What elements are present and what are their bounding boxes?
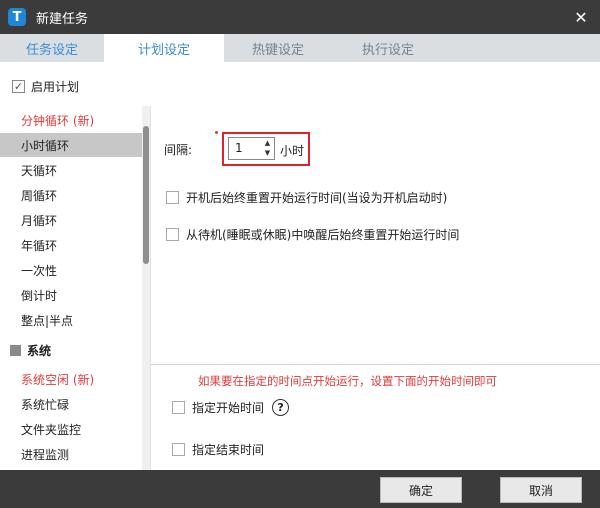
end-time-row[interactable]: 指定结束时间: [172, 441, 264, 458]
sidebar-scrollbar-thumb[interactable]: [143, 126, 149, 264]
help-icon[interactable]: ?: [272, 399, 290, 416]
section-header-system: 系统: [0, 338, 142, 362]
list-item-system-busy[interactable]: 系统忙碌: [0, 392, 142, 416]
start-time-hint: 如果要在指定的时间点开始运行，设置下面的开始时间即可: [198, 374, 497, 388]
list-item-week-cycle[interactable]: 周循环: [0, 183, 142, 207]
list-item-month-cycle[interactable]: 月循环: [0, 208, 142, 232]
list-item-process-monitor[interactable]: 进程监测: [0, 442, 142, 466]
spin-down-icon[interactable]: ▼: [265, 149, 270, 158]
tab-plan-settings[interactable]: 计划设定: [104, 34, 224, 62]
end-time-checkbox[interactable]: [172, 443, 185, 456]
window-title: 新建任务: [36, 11, 89, 27]
list-item-folder-monitor[interactable]: 文件夹监控: [0, 417, 142, 441]
reset-on-boot-label: 开机后始终重置开始运行时间(当设为开机启动时): [186, 191, 448, 205]
ok-button[interactable]: 确定: [380, 477, 462, 503]
end-time-label: 指定结束时间: [192, 443, 265, 457]
list-item-year-cycle[interactable]: 年循环: [0, 233, 142, 257]
reset-on-boot-checkbox[interactable]: [166, 191, 179, 204]
enable-plan-label: 启用计划: [31, 80, 80, 94]
cancel-button[interactable]: 取消: [500, 477, 582, 503]
reset-on-wake-label: 从待机(睡眠或休眠)中唤醒后始终重置开始运行时间: [186, 228, 460, 242]
list-item-on-the-hour[interactable]: 整点|半点: [0, 308, 142, 332]
list-item-one-time[interactable]: 一次性: [0, 258, 142, 282]
enable-plan-checkbox[interactable]: ✓: [12, 80, 25, 93]
interval-label: 间隔:: [164, 143, 193, 157]
red-marker-dot: [215, 131, 218, 134]
tab-task-settings[interactable]: 任务设定: [0, 34, 104, 62]
schedule-type-list: 分钟循环 (新) 小时循环 天循环 周循环 月循环 年循环 一次性 倒计时 整点…: [0, 106, 150, 470]
start-time-checkbox[interactable]: [172, 401, 185, 414]
start-time-row[interactable]: 指定开始时间 ?: [172, 399, 290, 416]
reset-on-boot-row[interactable]: 开机后始终重置开始运行时间(当设为开机启动时): [166, 189, 447, 206]
list-item-day-cycle[interactable]: 天循环: [0, 158, 142, 182]
list-item-system-idle[interactable]: 系统空闲 (新): [0, 367, 142, 391]
spin-up-icon[interactable]: ▲: [265, 139, 270, 148]
section-square-icon: [10, 344, 21, 356]
reset-on-wake-checkbox[interactable]: [166, 228, 179, 241]
list-item-countdown[interactable]: 倒计时: [0, 283, 142, 307]
interval-unit-label: 小时: [280, 144, 305, 158]
tab-execution-settings[interactable]: 执行设定: [332, 34, 444, 62]
title-bar: T 新建任务 ✕: [0, 0, 600, 34]
tab-bar: 任务设定 计划设定 热键设定 执行设定: [0, 34, 600, 62]
reset-on-wake-row[interactable]: 从待机(睡眠或休眠)中唤醒后始终重置开始运行时间: [166, 226, 459, 243]
app-logo-icon: T: [8, 8, 26, 26]
tab-bar-filler: [444, 34, 600, 62]
tab-hotkey-settings[interactable]: 热键设定: [224, 34, 332, 62]
list-item-minute-cycle[interactable]: 分钟循环 (新): [0, 108, 142, 132]
interval-spinner[interactable]: ▲ ▼: [262, 139, 273, 158]
list-item-hour-cycle[interactable]: 小时循环: [0, 133, 142, 157]
enable-plan-row[interactable]: ✓ 启用计划: [12, 78, 79, 95]
close-button[interactable]: ✕: [572, 8, 590, 27]
start-time-label: 指定开始时间: [192, 401, 265, 415]
